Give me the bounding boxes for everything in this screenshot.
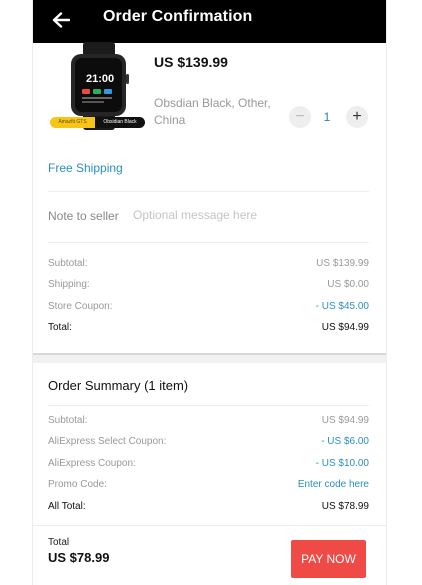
quantity-decrease-button[interactable]: − xyxy=(289,106,311,128)
select-coupon-label: AliExpress Select Coupon: xyxy=(48,436,167,447)
app-bar: Order Confirmation xyxy=(33,0,386,43)
back-button[interactable] xyxy=(47,6,75,34)
product-variant-tag: Amazfit GTS Obsidian Black xyxy=(50,117,145,128)
divider xyxy=(48,242,369,243)
store-total-row: Total: US $94.99 xyxy=(48,322,369,333)
plus-icon: + xyxy=(352,108,362,125)
divider xyxy=(48,405,369,406)
quantity-increase-button[interactable]: + xyxy=(346,106,368,128)
tag-color: Obsidian Black xyxy=(95,117,145,128)
aliexpress-coupon-value: - US $10.00 xyxy=(315,458,369,469)
footer-divider xyxy=(33,525,386,526)
select-coupon-value: - US $6.00 xyxy=(321,436,369,447)
store-shipping-value: US $0.00 xyxy=(327,279,369,290)
order-confirmation-screen: Order Confirmation 21:00 Amazfit GTS Obs… xyxy=(33,0,386,585)
pay-now-button[interactable]: PAY NOW xyxy=(291,540,366,578)
quantity-value: 1 xyxy=(323,110,331,124)
product-variant: Obsdian Black, Other, China xyxy=(154,96,271,127)
store-total-label: Total: xyxy=(48,322,72,333)
store-coupon-row[interactable]: Store Coupon: - US $45.00 xyxy=(48,301,369,312)
order-summary-title: Order Summary (1 item) xyxy=(48,378,189,393)
aliexpress-coupon-label: AliExpress Coupon: xyxy=(48,458,136,469)
promo-code-row: Promo Code: Enter code here xyxy=(48,479,369,490)
store-subtotal-label: Subtotal: xyxy=(48,258,88,269)
watch-time: 21:00 xyxy=(86,73,114,85)
product-price: US $139.99 xyxy=(154,54,228,70)
summary-subtotal-value: US $94.99 xyxy=(321,415,369,426)
page-title: Order Confirmation xyxy=(103,8,253,25)
store-coupon-value: - US $45.00 xyxy=(315,301,369,312)
store-subtotal-value: US $139.99 xyxy=(316,258,369,269)
promo-code-label: Promo Code: xyxy=(48,479,107,490)
all-total-row: All Total: US $78.99 xyxy=(48,501,369,512)
store-shipping-label: Shipping: xyxy=(48,279,90,290)
promo-code-link[interactable]: Enter code here xyxy=(298,479,369,490)
store-total-value: US $94.99 xyxy=(321,322,369,333)
all-total-value: US $78.99 xyxy=(321,501,369,512)
note-label: Note to seller xyxy=(48,209,119,223)
store-coupon-label: Store Coupon: xyxy=(48,301,113,312)
footer-total-label: Total xyxy=(48,537,70,548)
store-subtotal-row: Subtotal: US $139.99 xyxy=(48,258,369,269)
aliexpress-coupon-row[interactable]: AliExpress Coupon: - US $10.00 xyxy=(48,458,369,469)
store-shipping-row: Shipping: US $0.00 xyxy=(48,279,369,290)
section-separator xyxy=(33,353,386,363)
minus-icon: − xyxy=(295,108,305,125)
tag-model: Amazfit GTS xyxy=(50,117,95,128)
footer-total-value: US $78.99 xyxy=(48,550,110,565)
note-to-seller-input[interactable] xyxy=(133,204,365,226)
summary-subtotal-row: Subtotal: US $94.99 xyxy=(48,415,369,426)
all-total-label: All Total: xyxy=(48,501,86,512)
arrow-left-icon xyxy=(52,12,70,28)
divider xyxy=(48,191,369,192)
summary-subtotal-label: Subtotal: xyxy=(48,415,88,426)
shipping-method[interactable]: Free Shipping xyxy=(48,161,123,175)
select-coupon-row[interactable]: AliExpress Select Coupon: - US $6.00 xyxy=(48,436,369,447)
